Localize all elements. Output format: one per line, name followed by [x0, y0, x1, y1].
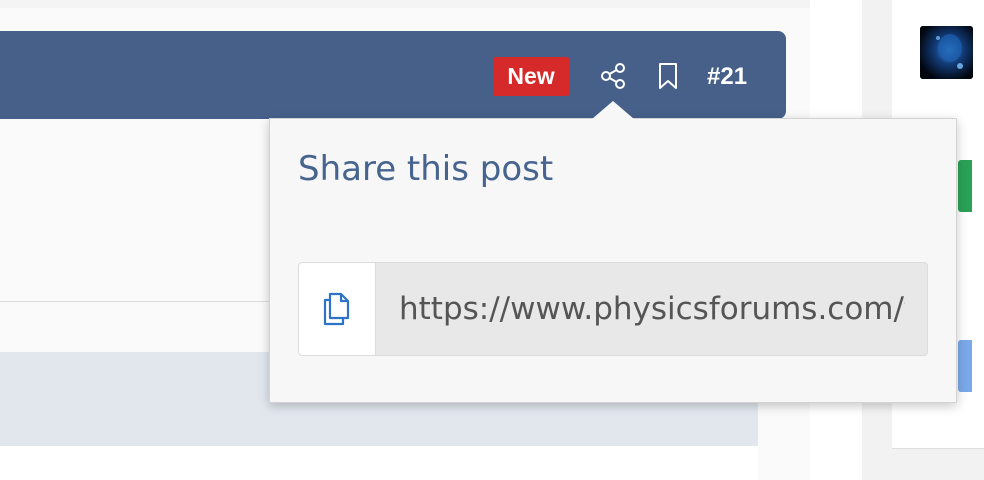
sidebar-tab-blue[interactable]: [958, 340, 972, 392]
share-popup: Share this post https://www.physicsforum…: [269, 118, 957, 403]
top-strip: [0, 0, 810, 8]
next-post-body: [0, 446, 758, 480]
copy-button[interactable]: [299, 263, 376, 355]
post-number-link[interactable]: #21: [707, 57, 747, 96]
avatar[interactable]: [920, 26, 973, 79]
popup-title: Share this post: [298, 149, 554, 189]
new-badge: New: [493, 57, 569, 96]
bookmark-icon-svg: [659, 63, 677, 89]
popup-arrow: [592, 101, 634, 119]
bookmark-icon[interactable]: [650, 58, 686, 94]
share-url-field[interactable]: https://www.physicsforums.com/threads/: [298, 262, 928, 356]
copy-icon: [323, 292, 350, 326]
share-url-text[interactable]: https://www.physicsforums.com/threads/: [399, 263, 905, 355]
share-icon[interactable]: [595, 58, 631, 94]
sidebar-tab-green[interactable]: [958, 160, 972, 212]
avatar-image: [920, 26, 973, 79]
share-icon-svg: [601, 63, 625, 89]
